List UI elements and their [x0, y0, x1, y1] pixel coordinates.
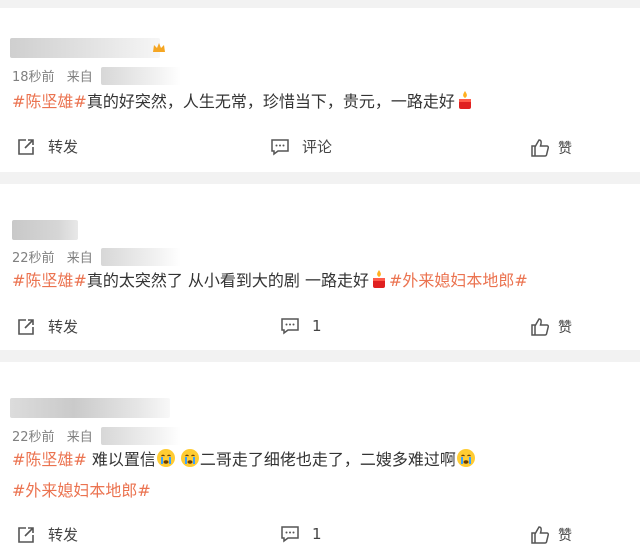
repost-label: 转发	[48, 318, 79, 336]
comment-icon	[281, 526, 299, 543]
like-label: 赞	[558, 320, 572, 336]
separator	[0, 172, 640, 184]
crying-face-icon	[156, 448, 176, 475]
like-label: 赞	[558, 141, 572, 157]
comment-label: 评论	[302, 138, 333, 156]
like-button[interactable]: 赞	[530, 138, 572, 158]
repost-icon	[18, 526, 34, 543]
post-content: #陈坚雄# 难以置信 二哥走了细佬也走了，二嫂多难过啊	[12, 448, 476, 475]
crying-face-icon	[456, 448, 476, 475]
from-label: 来自	[66, 430, 93, 445]
post-text: 真的好突然，人生无常，珍惜当下，贵元，一路走好	[86, 92, 455, 111]
repost-icon	[18, 138, 34, 155]
post-text: 真的太突然了 从小看到大的剧 一路走好	[86, 271, 370, 290]
vip-crown-icon	[153, 43, 165, 52]
hashtag[interactable]: #陈坚雄#	[12, 271, 87, 290]
repost-icon	[18, 318, 34, 335]
post-meta: 22秒前 来自	[12, 247, 181, 266]
repost-button[interactable]: 转发	[16, 136, 78, 157]
post-text: 难以置信	[86, 450, 156, 469]
comment-button[interactable]: 1	[280, 316, 322, 336]
post-card: 22秒前 来自 #陈坚雄#真的太突然了 从小看到大的剧 一路走好 #外来媳妇本地郎…	[0, 184, 640, 350]
post-meta: 22秒前 来自	[12, 426, 181, 445]
post-card: 22秒前 来自 #陈坚雄# 难以置信 二哥走了细佬也走了，二嫂多难过啊 #外来媳妇…	[0, 362, 640, 551]
username-blurred[interactable]	[10, 398, 170, 418]
repost-label: 转发	[48, 526, 79, 544]
source-blurred	[100, 426, 181, 445]
comment-count: 1	[312, 317, 322, 335]
post-time[interactable]: 22秒前	[12, 247, 55, 266]
repost-button[interactable]: 转发	[16, 316, 78, 337]
post-time[interactable]: 22秒前	[12, 426, 55, 445]
comment-button[interactable]: 1	[280, 524, 322, 544]
repost-button[interactable]: 转发	[16, 524, 78, 545]
post-text: 二哥走了细佬也走了，二嫂多难过啊	[199, 450, 456, 469]
post-meta: 18秒前 来自	[12, 66, 181, 85]
username-blurred[interactable]	[10, 38, 160, 58]
post-card: 18秒前 来自 #陈坚雄#真的好突然，人生无常，珍惜当下，贵元，一路走好 转发 …	[0, 8, 640, 172]
username-blurred[interactable]	[12, 220, 78, 240]
comment-count: 1	[312, 525, 322, 543]
hashtag[interactable]: #外来媳妇本地郎#	[389, 271, 528, 290]
like-button[interactable]: 赞	[530, 317, 572, 337]
repost-label: 转发	[48, 138, 79, 156]
candle-icon	[369, 269, 389, 296]
comment-icon	[281, 318, 299, 335]
comment-icon	[271, 138, 289, 155]
hashtag[interactable]: #外来媳妇本地郎#	[12, 481, 151, 500]
post-time[interactable]: 18秒前	[12, 66, 55, 85]
crying-face-icon	[180, 448, 200, 475]
from-label: 来自	[66, 70, 93, 85]
separator	[0, 350, 640, 362]
like-label: 赞	[558, 528, 572, 544]
thumbs-up-icon	[531, 526, 550, 544]
hashtag[interactable]: #陈坚雄#	[12, 450, 87, 469]
from-label: 来自	[66, 251, 93, 266]
source-blurred	[100, 247, 181, 266]
comment-button[interactable]: 评论	[270, 136, 332, 157]
source-blurred	[100, 66, 181, 85]
separator	[0, 0, 640, 8]
post-content-line2: #外来媳妇本地郎#	[12, 479, 151, 503]
candle-icon	[455, 90, 475, 117]
like-button[interactable]: 赞	[530, 525, 572, 545]
post-content: #陈坚雄#真的太突然了 从小看到大的剧 一路走好 #外来媳妇本地郎#	[12, 269, 528, 296]
hashtag[interactable]: #陈坚雄#	[12, 92, 87, 111]
thumbs-up-icon	[531, 139, 550, 157]
thumbs-up-icon	[531, 318, 550, 336]
post-content: #陈坚雄#真的好突然，人生无常，珍惜当下，贵元，一路走好	[12, 90, 475, 117]
